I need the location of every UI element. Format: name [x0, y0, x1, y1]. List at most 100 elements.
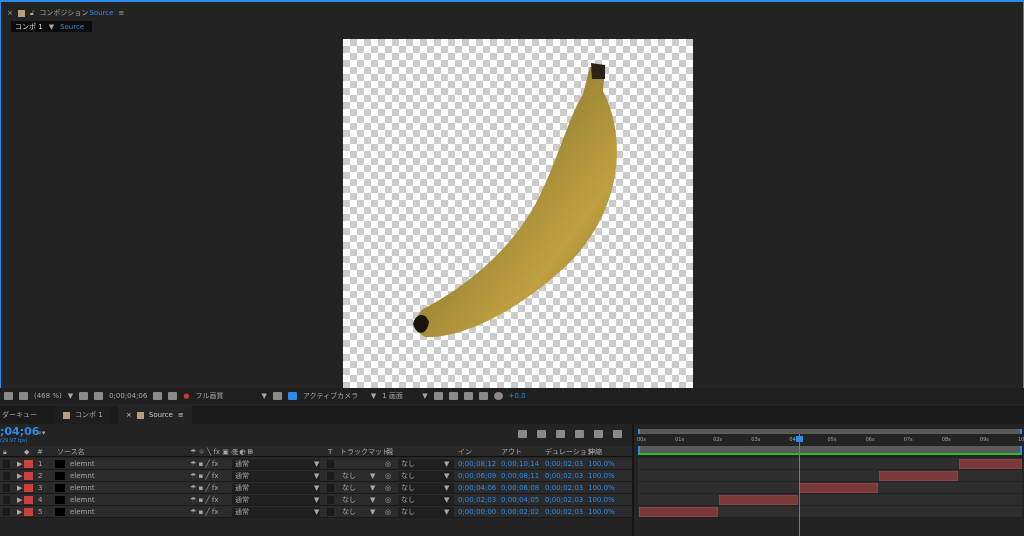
trackmatte-select[interactable]: なし	[342, 495, 356, 505]
layer-name[interactable]: elemnt	[70, 471, 95, 481]
graph-editor-icon[interactable]	[613, 430, 622, 438]
views-select[interactable]: 1 画面	[382, 391, 416, 401]
expand-icon[interactable]: ▶	[17, 471, 22, 481]
snapshot-icon[interactable]	[4, 392, 13, 400]
flowchart-icon[interactable]	[478, 392, 488, 400]
monitor-icon[interactable]	[19, 392, 28, 400]
dropdown-icon[interactable]: ▼	[370, 495, 375, 505]
dropdown-icon[interactable]: ▼	[370, 507, 375, 517]
layer-name[interactable]: elemnt	[70, 483, 95, 493]
time-ruler[interactable]: 00s01s02s03s04s05s06s07s08s09s10s	[634, 434, 1024, 446]
layer-bar[interactable]	[719, 495, 798, 505]
header-trackmatte[interactable]: トラックマット	[340, 447, 389, 457]
region-icon[interactable]	[79, 392, 89, 400]
current-timecode[interactable]: ;04;06	[0, 425, 39, 438]
stretch[interactable]: 100.0%	[588, 471, 615, 481]
duration[interactable]: 0;00;02;03	[545, 495, 583, 505]
stretch[interactable]: 100.0%	[588, 459, 615, 469]
out-point[interactable]: 0;00;06;08	[501, 483, 539, 493]
layer-bar[interactable]	[799, 483, 878, 493]
in-point[interactable]: 0;00;00;00	[458, 507, 496, 517]
layer-name[interactable]: elemnt	[70, 495, 95, 505]
lock-icon[interactable]: 🔒︎	[3, 447, 7, 457]
duration[interactable]: 0;00;02;03	[545, 507, 583, 517]
preserve-transparency-toggle[interactable]	[327, 484, 334, 492]
layer-switches[interactable]: ☂ ▪ ╱ fx	[190, 483, 219, 493]
tab-render-queue[interactable]: ダーキュー	[0, 406, 45, 424]
visibility-toggle[interactable]	[3, 496, 10, 504]
mode-select[interactable]: 通常	[232, 507, 320, 517]
timeline-icon[interactable]	[463, 392, 473, 400]
dropdown-icon[interactable]: ▼	[422, 392, 427, 400]
pixel-aspect-icon[interactable]	[433, 392, 443, 400]
close-icon[interactable]: ×	[7, 9, 13, 17]
tab-comp1[interactable]: コンポ 1	[55, 406, 111, 424]
layer-switches[interactable]: ☂ ▪ ╱ fx	[190, 471, 219, 481]
visibility-toggle[interactable]	[3, 460, 10, 468]
link-icon[interactable]	[168, 392, 178, 400]
out-point[interactable]: 0;00;10;14	[501, 459, 539, 469]
duration[interactable]: 0;00;02;03	[545, 459, 583, 469]
header-mode[interactable]: モード	[232, 447, 253, 457]
close-icon[interactable]: ×	[126, 411, 132, 419]
dropdown-icon[interactable]: ▼	[314, 507, 319, 517]
label-color[interactable]	[24, 508, 33, 516]
comp-mini-flowchart-icon[interactable]	[518, 430, 527, 438]
comp-breadcrumb[interactable]: コンポ 1 ▼ Source	[11, 21, 92, 32]
dropdown-icon[interactable]: ▼	[68, 392, 73, 400]
expand-icon[interactable]: ▶	[17, 507, 22, 517]
duration[interactable]: 0;00;02;03	[545, 471, 583, 481]
breadcrumb-comp[interactable]: コンポ 1	[15, 22, 43, 32]
trackmatte-select[interactable]: なし	[342, 471, 356, 481]
resolution-select[interactable]: フル画質	[195, 391, 255, 401]
roi-icon[interactable]	[272, 392, 282, 400]
dropdown-icon[interactable]: ▼	[444, 459, 449, 469]
stretch[interactable]: 100.0%	[588, 483, 615, 493]
layer-name[interactable]: elemnt	[70, 507, 95, 517]
layer-row[interactable]: ▶ 2 elemnt ☂ ▪ ╱ fx 通常 ▼ なし ▼ ◎ なし ▼ 0;00…	[0, 470, 632, 482]
dropdown-icon[interactable]: ▼	[444, 471, 449, 481]
exposure-icon[interactable]	[493, 392, 503, 400]
in-point[interactable]: 0;00;08;12	[458, 459, 496, 469]
expand-icon[interactable]: ▶	[17, 459, 22, 469]
playhead-handle[interactable]	[796, 436, 804, 442]
mode-select[interactable]: 通常	[232, 471, 320, 481]
label-color[interactable]	[24, 496, 33, 504]
layer-switches[interactable]: ☂ ▪ ╱ fx	[190, 495, 219, 505]
exposure-value[interactable]: +0.0	[509, 392, 526, 400]
dropdown-icon[interactable]: ▼	[444, 483, 449, 493]
mode-select[interactable]: 通常	[232, 483, 320, 493]
composition-canvas[interactable]	[343, 39, 693, 389]
layer-switches[interactable]: ☂ ▪ ╱ fx	[190, 459, 219, 469]
label-color[interactable]	[24, 460, 33, 468]
expand-icon[interactable]: ▶	[17, 483, 22, 493]
preserve-transparency-toggle[interactable]	[327, 460, 334, 468]
camera-select[interactable]: アクティブカメラ	[303, 391, 365, 401]
mode-select[interactable]: 通常	[232, 459, 320, 469]
pickwhip-icon[interactable]: ◎	[385, 459, 391, 469]
dropdown-icon[interactable]: ▼	[371, 392, 376, 400]
out-point[interactable]: 0;00;08;11	[501, 471, 539, 481]
out-point[interactable]: 0;00;04;05	[501, 495, 539, 505]
layer-switches[interactable]: ☂ ▪ ╱ fx	[190, 507, 219, 517]
menu-icon[interactable]: ≡	[118, 9, 124, 17]
work-area-bar[interactable]	[638, 446, 1022, 455]
layer-bar[interactable]	[959, 459, 1022, 469]
search-input[interactable]: ⌕▾	[38, 429, 413, 440]
mode-select[interactable]: 通常	[232, 495, 320, 505]
tab-source[interactable]: × Source ≡	[118, 406, 192, 424]
shy-icon[interactable]	[556, 430, 565, 438]
expand-icon[interactable]: ▶	[17, 495, 22, 505]
in-point[interactable]: 0;00;02;03	[458, 495, 496, 505]
camera-icon[interactable]	[153, 392, 163, 400]
stretch[interactable]: 100.0%	[588, 507, 615, 517]
layer-bar[interactable]	[879, 471, 958, 481]
layer-row[interactable]: ▶ 5 elemnt ☂ ▪ ╱ fx 通常 ▼ なし ▼ ◎ なし ▼ 0;00…	[0, 506, 632, 518]
visibility-toggle[interactable]	[3, 472, 10, 480]
dropdown-icon[interactable]: ▼	[314, 459, 319, 469]
layer-bar[interactable]	[639, 507, 718, 517]
header-in[interactable]: イン	[458, 447, 472, 457]
header-stretch[interactable]: 伸縮	[588, 447, 602, 457]
layer-row[interactable]: ▶ 3 elemnt ☂ ▪ ╱ fx 通常 ▼ なし ▼ ◎ なし ▼ 0;00…	[0, 482, 632, 494]
trackmatte-select[interactable]: なし	[342, 483, 356, 493]
